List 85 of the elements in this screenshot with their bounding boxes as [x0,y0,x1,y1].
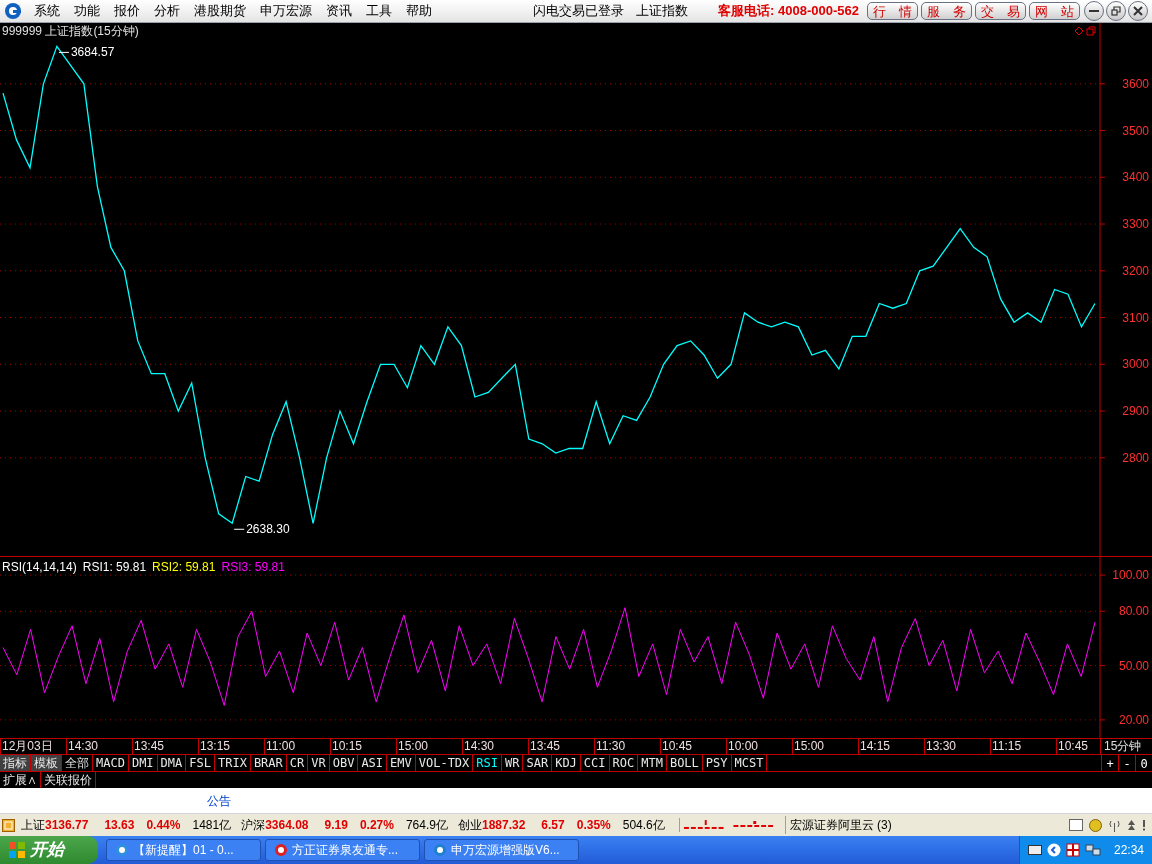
index-volume: 504.6亿 [622,817,665,834]
axis-label: 3200 [1122,263,1149,278]
menu-item[interactable]: 功能 [74,1,100,21]
axis-label: 20.00 [1118,712,1149,727]
indicator-legend: RSI3: 59.81 [221,558,285,576]
menu-item[interactable]: 港股期货 [194,1,246,21]
time-label: 13:45 [528,739,594,754]
time-label: 10:15 [330,739,396,754]
time-label: 11:15 [990,739,1056,754]
indicator-tab[interactable]: ASI [358,755,388,771]
menu-item[interactable]: 帮助 [406,1,432,21]
axis-label: 3400 [1122,170,1149,185]
server-name: 宏源证券阿里云 (3) [784,816,892,834]
axis-label: 3100 [1122,310,1149,325]
zoom-button[interactable]: 0 [1135,755,1152,771]
axis-label: 3600 [1122,76,1149,91]
time-label: 13:45 [132,739,198,754]
index-change: 9.19 [324,817,348,834]
index-name: 上证3136.77 [21,817,89,834]
axis-label: 3000 [1122,357,1149,372]
axis-label: 2800 [1122,450,1149,465]
link-button[interactable]: 网 站 [1029,2,1080,20]
indicator-tab[interactable]: MACD [93,755,129,771]
menu-item[interactable]: 资讯 [326,1,352,21]
axis-label: 100.00 [1112,568,1149,583]
time-label: 10:00 [726,739,792,754]
indicator-tab[interactable]: VR [308,755,330,771]
link-button[interactable]: 交 易 [975,2,1026,20]
status-text: 闪电交易已登录 [533,2,625,21]
index-volume: 1481亿 [192,817,232,834]
time-label: 12月03日 [0,739,66,754]
time-label: 15:00 [792,739,858,754]
indicator-tab[interactable]: 全部 [62,755,93,771]
hotline-text: 客服电话: 4008-000-562 [718,2,859,21]
taskbar-button[interactable]: 【新提醒】01 - 0... [106,839,261,861]
start-button[interactable]: 开始 [0,836,98,864]
menu-item[interactable]: 分析 [154,1,180,21]
extreme-label: 2638.30 [233,522,290,537]
time-label: 13:15 [198,739,264,754]
index-volume: 764.9亿 [405,817,448,834]
index-change: 6.57 [541,817,565,834]
indicator-tab[interactable]: 模板 [31,755,62,771]
status-text: 上证指数 [636,2,689,21]
extreme-label: 3684.57 [58,45,115,60]
zoom-button[interactable]: - [1118,755,1135,771]
index-percent: 0.44% [146,817,181,834]
link-button[interactable]: 服 务 [921,2,972,20]
clock-text: 22:34 [1113,842,1144,859]
indicator-tab[interactable]: WR [502,755,524,771]
taskbar-button[interactable]: 方正证券泉友通专... [265,839,420,861]
indicator-tab[interactable]: MTM [638,755,667,771]
index-change: 13.63 [104,817,135,834]
index-name: 创业1887.32 [457,817,526,834]
taskbar-button[interactable]: 申万宏源增强版V6... [424,839,579,861]
time-label: 10:45 [660,739,726,754]
time-label: 11:30 [594,739,660,754]
axis-label: 3500 [1122,123,1149,138]
link-button[interactable]: 行 情 [867,2,918,20]
zoom-button[interactable]: + [1101,755,1118,771]
menu-item[interactable]: 工具 [366,1,392,21]
index-percent: 0.27% [359,817,394,834]
menu-item[interactable]: 系统 [34,1,60,21]
indicator-legend: RSI(14,14,14) [2,558,77,576]
annotation: 3684.57 [70,45,115,60]
indicator-legend: RSI2: 59.81 [152,558,216,576]
time-label: 13:30 [924,739,990,754]
annotation: 2638.30 [246,522,290,537]
axis-label: 3300 [1122,217,1149,232]
index-name: 沪深3364.08 [241,817,309,834]
time-label: 15:00 [396,739,462,754]
period-label: 15分钟 [1100,739,1152,754]
indicator-legend: RSI1: 59.81 [82,558,147,576]
time-label: 11:00 [264,739,330,754]
time-label: 14:15 [858,739,924,754]
axis-label: 2900 [1122,404,1149,419]
index-percent: 0.35% [576,817,611,834]
notice-link[interactable]: 公告 [207,791,231,810]
chart-title: 999999 上证指数(15分钟) [2,24,139,38]
time-label: 14:30 [66,739,132,754]
menu-item[interactable]: 申万宏源 [260,1,312,21]
axis-label: 80.00 [1118,604,1149,619]
time-label: 14:30 [462,739,528,754]
indicator-tab[interactable]: 指标 [0,755,31,771]
axis-label: 50.00 [1118,658,1149,673]
menu-item[interactable]: 报价 [114,1,140,21]
